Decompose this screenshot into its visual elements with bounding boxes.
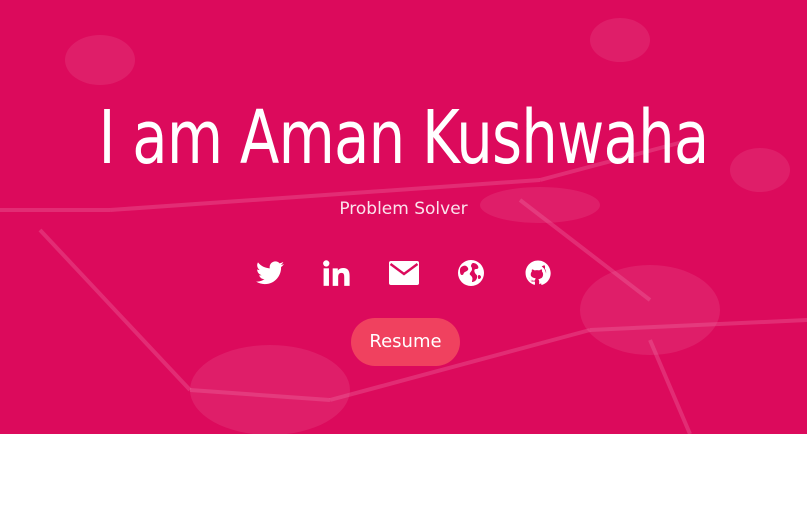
social-links [0, 255, 807, 291]
github-icon [525, 260, 551, 285]
email-link[interactable] [370, 255, 437, 291]
envelope-icon [388, 261, 419, 285]
hero-title: I am Aman Kushwaha [98, 95, 709, 181]
page-content-area [0, 434, 807, 526]
twitter-icon [255, 261, 284, 285]
resume-button[interactable]: Resume [351, 318, 460, 366]
linkedin-icon [322, 260, 350, 286]
hero-section: I am Aman Kushwaha Problem Solver Resume [0, 0, 807, 434]
linkedin-link[interactable] [303, 255, 370, 291]
website-link[interactable] [437, 255, 504, 291]
github-link[interactable] [504, 255, 571, 291]
twitter-link[interactable] [236, 255, 303, 291]
hero-subtitle: Problem Solver [339, 199, 468, 219]
globe-icon [457, 260, 484, 286]
